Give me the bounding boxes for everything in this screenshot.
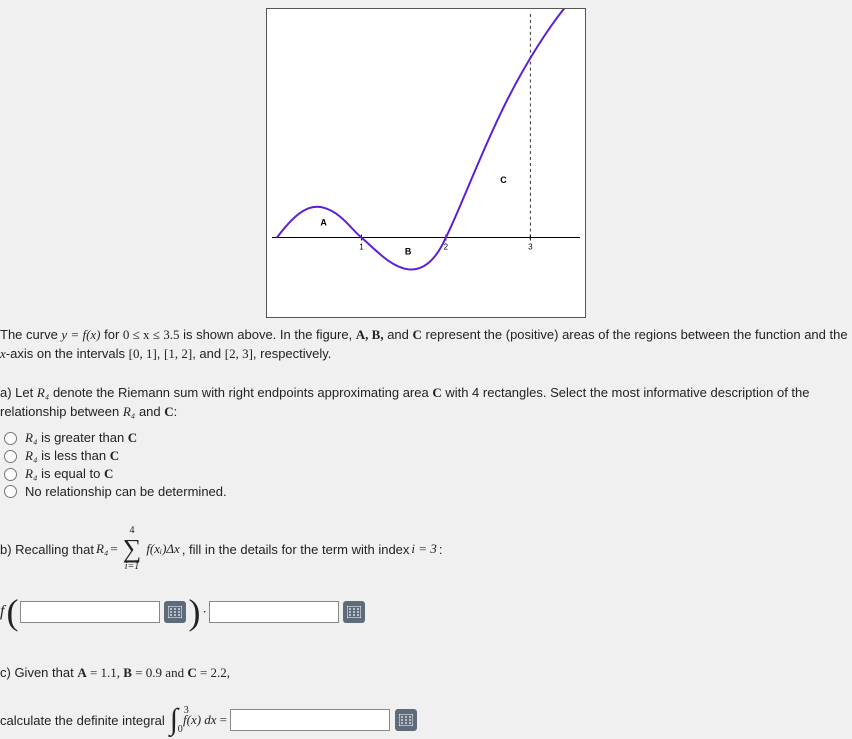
svg-text:3: 3 xyxy=(528,242,533,251)
option-3-row: R₄ is equal to C xyxy=(4,465,852,483)
svg-text:2: 2 xyxy=(444,242,449,251)
curve-svg: 1 2 3 A B C xyxy=(267,9,585,317)
curve-graph: 1 2 3 A B C xyxy=(266,8,586,318)
option-1-radio[interactable] xyxy=(4,432,17,445)
svg-text:C: C xyxy=(500,175,507,185)
keypad-icon[interactable] xyxy=(343,601,365,623)
graph-container: 1 2 3 A B C xyxy=(0,0,852,324)
option-1-row: R₄ is greater than C xyxy=(4,429,852,447)
option-3-radio[interactable] xyxy=(4,468,17,481)
option-4-radio[interactable] xyxy=(4,485,17,498)
intro-paragraph: The curve y = f(x) for 0 ≤ x ≤ 3.5 is sh… xyxy=(0,324,852,368)
dx-input[interactable] xyxy=(209,601,339,623)
part-b-question: b) Recalling that R₄ = 4 ∑ i=1 f(xᵢ)Δx ,… xyxy=(0,522,852,576)
svg-text:A: A xyxy=(320,218,327,228)
part-c-answer-row: calculate the definite integral ∫ 3 0 f(… xyxy=(0,701,852,739)
part-a-question: a) Let R₄ denote the Riemann sum with ri… xyxy=(0,382,852,426)
paren-close: ) xyxy=(188,594,200,630)
summation-symbol: 4 ∑ i=1 xyxy=(123,526,142,572)
svg-text:1: 1 xyxy=(359,242,364,251)
option-3-label: R₄ is equal to C xyxy=(25,466,113,482)
svg-text:B: B xyxy=(405,246,412,256)
keypad-icon[interactable] xyxy=(164,601,186,623)
part-b-answer-row: f ( ) · xyxy=(0,590,852,634)
option-4-label: No relationship can be determined. xyxy=(25,484,227,499)
part-a-options: R₄ is greater than C R₄ is less than C R… xyxy=(0,425,852,508)
part-c-given: c) Given that A = 1.1, B = 0.9 and C = 2… xyxy=(0,662,852,687)
option-2-row: R₄ is less than C xyxy=(4,447,852,465)
option-2-radio[interactable] xyxy=(4,450,17,463)
f-label: f xyxy=(0,603,4,621)
keypad-icon[interactable] xyxy=(395,709,417,731)
option-1-label: R₄ is greater than C xyxy=(25,430,137,446)
xi-input[interactable] xyxy=(20,601,160,623)
option-2-label: R₄ is less than C xyxy=(25,448,119,464)
option-4-row: No relationship can be determined. xyxy=(4,483,852,500)
integral-symbol: ∫ 3 0 xyxy=(170,705,178,735)
integral-answer-input[interactable] xyxy=(230,709,390,731)
paren-open: ( xyxy=(6,594,18,630)
